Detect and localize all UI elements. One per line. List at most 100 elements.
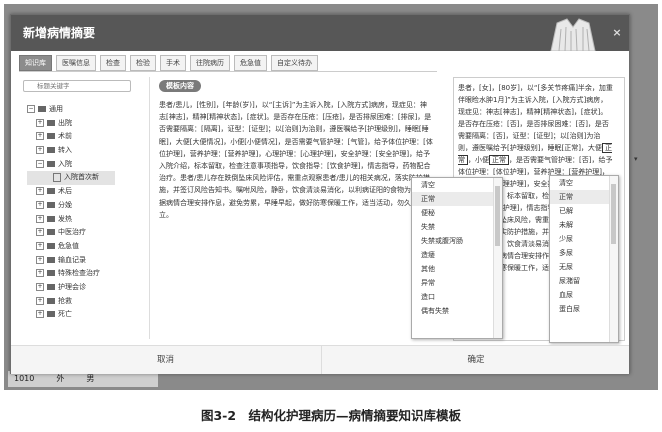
folder-icon [47,270,55,277]
tree-node-root[interactable]: − 通用 [27,103,115,117]
tree-node[interactable]: + 术后 [27,185,115,199]
tree-node[interactable]: + 死亡 [27,308,115,322]
dropdown-option[interactable]: 无尿 [550,260,618,274]
tab-past-records[interactable]: 往院病历 [190,55,230,71]
expand-icon[interactable]: + [36,200,44,209]
tree-node[interactable]: + 中医治疗 [27,226,115,240]
expand-icon[interactable]: + [36,146,44,155]
tree-node[interactable]: + 输血记录 [27,254,115,268]
search-input[interactable] [23,80,131,92]
tree-node-selected[interactable]: 入院首次新 [27,171,115,186]
dropdown-option-selected[interactable]: 正常 [412,192,502,206]
folder-icon [47,297,55,304]
tab-divider [19,71,437,72]
tree-node-label: 术前 [58,132,72,141]
preview-text: 患者，[女]，[80岁]，以“[多关节疼痛]半余，加重伴眼睑水肿1月]”为主诉入… [458,84,613,152]
tab-knowledge-base[interactable]: 知识库 [19,55,52,71]
tree-node[interactable]: + 出院 [27,117,115,131]
tree-node-label: 特殊检查治疗 [58,269,100,278]
tab-examination[interactable]: 检查 [100,55,126,71]
expand-icon[interactable]: + [36,118,44,127]
background-cell: 外 [56,374,65,383]
expand-icon[interactable]: + [36,310,44,319]
background-cell: 男 [86,374,95,383]
expand-icon[interactable]: + [36,296,44,305]
expand-icon[interactable]: + [36,269,44,278]
dropdown-option[interactable]: 便秘 [412,206,502,220]
dropdown-option-selected[interactable]: 正常 [550,190,618,204]
tree-node-label: 中医治疗 [58,228,86,237]
tab-critical-value[interactable]: 危急值 [234,55,267,71]
dropdown-option[interactable]: 血尿 [550,288,618,302]
dropdown-option[interactable]: 造瘘 [412,248,502,262]
dropdown-scrollbar[interactable] [493,178,502,338]
dropdown-option[interactable]: 未解 [550,218,618,232]
folder-icon [47,147,55,154]
tab-orders[interactable]: 医嘱信息 [56,55,96,71]
urine-options-dropdown: 清空 正常 已解 未解 少尿 多尿 无尿 尿潴留 血尿 蛋白尿 [549,175,619,343]
folder-icon [38,106,46,112]
expand-icon[interactable]: + [36,241,44,250]
cancel-button[interactable]: 取消 [11,346,320,374]
tree-node-label: 死亡 [58,310,72,319]
tab-bar: 知识库 医嘱信息 检查 检验 手术 往院病历 危急值 自定义待办 [19,55,318,71]
summary-dialog: 新增病情摘要 × 知识库 医嘱信息 检查 检验 手术 往院病历 危急值 自定义待… [10,14,630,374]
tree-node[interactable]: + 发热 [27,213,115,227]
tree-node-label: 入院 [58,159,72,168]
dropdown-arrow-icon: ▾ [634,155,638,163]
tree-node[interactable]: + 护理会诊 [27,281,115,295]
tree-node-label: 通用 [49,105,63,113]
dropdown-option[interactable]: 尿潴留 [550,274,618,288]
template-content[interactable]: 患者/患儿，[性别]，[年龄(岁)]，以“[主诉]”为主诉入院，[入院方式]病房… [159,99,433,221]
dropdown-option[interactable]: 清空 [550,176,618,190]
tree-node-label: 出院 [58,118,72,127]
tree-node[interactable]: − 入院 [27,158,115,172]
expand-icon[interactable]: + [36,282,44,291]
tree-node[interactable]: + 术前 [27,130,115,144]
expand-icon[interactable]: + [36,214,44,223]
dropdown-option[interactable]: 少尿 [550,232,618,246]
tab-surgery[interactable]: 手术 [160,55,186,71]
dropdown-scrollbar[interactable] [609,176,618,342]
dropdown-option[interactable]: 失禁或腹泻肠 [412,234,502,248]
dropdown-option[interactable]: 多尿 [550,246,618,260]
urine-field[interactable]: 正常 [489,155,509,165]
tree-node[interactable]: + 转入 [27,144,115,158]
tree-node-label: 抢救 [58,296,72,305]
close-icon[interactable]: × [611,27,623,39]
tree-node-label: 输血记录 [58,255,86,264]
confirm-button[interactable]: 确定 [321,346,630,374]
tab-lab-test[interactable]: 检验 [130,55,156,71]
dropdown-option[interactable]: 造口 [412,290,502,304]
tree-node-label: 术后 [58,187,72,196]
folder-icon [47,160,55,167]
knowledge-tree-panel: ⚲ −通用 +出院 +术前 +转入 −入院 入院首次新 +术后 +分娩 +发热 … [19,77,150,339]
expand-icon[interactable]: + [36,132,44,141]
collapse-icon[interactable]: − [36,159,44,168]
expand-icon[interactable]: + [36,187,44,196]
dropdown-option[interactable]: 已解 [550,204,618,218]
dropdown-option[interactable]: 失禁 [412,220,502,234]
folder-icon [47,201,55,208]
tree-node[interactable]: + 危急值 [27,240,115,254]
dropdown-option[interactable]: 异常 [412,276,502,290]
folder-icon [47,133,55,140]
tree-node-label: 危急值 [58,241,79,250]
tab-custom-todo[interactable]: 自定义待办 [271,55,318,71]
background-cell: 1010 [14,374,35,383]
tree-node[interactable]: + 抢救 [27,295,115,309]
expand-icon[interactable]: + [36,255,44,264]
dropdown-option[interactable]: 蛋白尿 [550,302,618,316]
folder-icon [47,311,55,318]
tree-node[interactable]: + 特殊检查治疗 [27,267,115,281]
dropdown-option[interactable]: 清空 [412,178,502,192]
dropdown-option[interactable]: 其他 [412,262,502,276]
tree-node-label: 转入 [58,146,72,155]
collapse-icon[interactable]: − [27,105,35,113]
dialog-title: 新增病情摘要 [23,26,96,40]
dropdown-option[interactable]: 偶有失禁 [412,304,502,318]
folder-icon [47,215,55,222]
preview-text: ，小便 [468,156,489,164]
tree-node[interactable]: + 分娩 [27,199,115,213]
expand-icon[interactable]: + [36,228,44,237]
